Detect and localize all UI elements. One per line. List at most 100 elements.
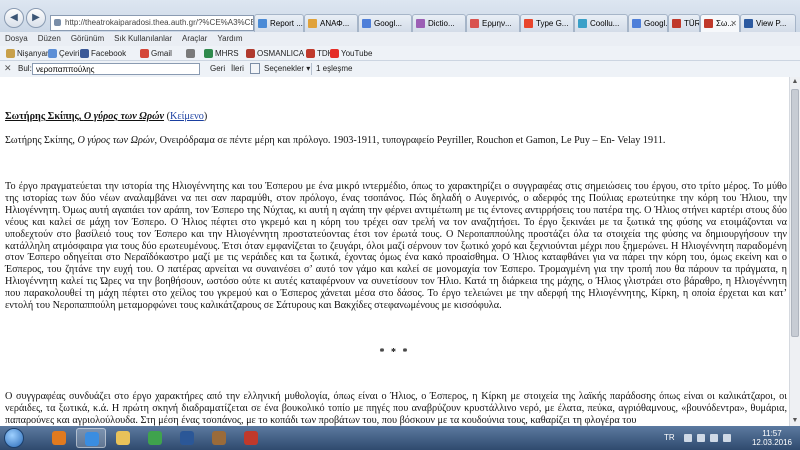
tray-arrow-icon[interactable] xyxy=(684,434,692,442)
page-title: Σωτήρης Σκίπης, Ο γύρος των Ωρών (Κείμεν… xyxy=(5,111,787,123)
media-player-icon xyxy=(52,431,66,445)
favorite-link[interactable]: Nişanyan xyxy=(6,48,50,59)
scroll-down-icon[interactable]: ▼ xyxy=(790,416,800,426)
network-icon[interactable] xyxy=(697,434,705,442)
tab-label: TÜRK ... xyxy=(684,19,700,28)
bibliography-line: Σωτήρης Σκίπης, Ο γύρος των Ωρών, Ονειρό… xyxy=(5,135,787,147)
taskbar-app-button[interactable] xyxy=(76,428,106,448)
page-icon xyxy=(54,19,61,26)
browser-tab[interactable]: Coollu... xyxy=(574,14,628,32)
text-link[interactable]: Κείμενο xyxy=(170,111,204,122)
favorite-label: Nişanyan xyxy=(17,49,51,58)
tab-favicon-icon xyxy=(362,19,371,28)
browser-tab[interactable]: TÜRK ... xyxy=(668,14,700,32)
photos-icon xyxy=(212,431,226,445)
internet-explorer-icon xyxy=(85,432,99,446)
windows-taskbar: TR 11:57 12.03.2016 xyxy=(0,426,800,450)
favorite-label: MHRS xyxy=(215,49,239,58)
favorite-link[interactable]: Gmail xyxy=(140,48,172,59)
tab-label: Googl... xyxy=(374,19,403,28)
find-separator xyxy=(311,63,312,75)
favorite-link[interactable]: TDK xyxy=(306,48,333,59)
find-options-label: Seçenekler xyxy=(264,64,305,73)
back-button[interactable]: ◀ xyxy=(4,8,24,28)
menu-item[interactable]: Yardım xyxy=(217,34,242,43)
find-previous-button[interactable]: Geri xyxy=(210,64,225,73)
tab-label: Ερμην... xyxy=(482,19,512,28)
taskbar-app-button[interactable] xyxy=(140,428,170,448)
favorite-link[interactable]: OSMANLICA xyxy=(246,48,304,59)
favorite-label: OSMANLICA xyxy=(257,49,305,58)
taskbar-app-button[interactable] xyxy=(108,428,138,448)
browser-tab[interactable]: Σω... ✕ xyxy=(700,14,740,32)
vertical-scrollbar[interactable]: ▲ ▼ xyxy=(789,77,800,426)
flag-icon[interactable] xyxy=(723,434,731,442)
scroll-up-icon[interactable]: ▲ xyxy=(790,77,800,87)
favorite-link[interactable] xyxy=(186,48,197,59)
tab-favicon-icon xyxy=(632,19,641,28)
tab-favicon-icon xyxy=(744,19,753,28)
tab-favicon-icon xyxy=(578,19,587,28)
browser-tab[interactable]: View P... xyxy=(740,14,796,32)
favorite-link[interactable]: Facebook xyxy=(80,48,126,59)
tab-label: Report ... xyxy=(270,19,303,28)
scroll-thumb[interactable] xyxy=(791,89,799,337)
browser-tab[interactable]: Googl... xyxy=(358,14,412,32)
language-indicator[interactable]: TR xyxy=(664,433,675,442)
summary-paragraph: Το έργο πραγματεύεται την ιστορία της Ηλ… xyxy=(5,181,787,312)
title-link-close: ) xyxy=(203,111,208,122)
highlight-toggle-icon[interactable] xyxy=(250,63,260,74)
find-next-button[interactable]: İleri xyxy=(231,64,244,73)
analysis-paragraph: Ο συγγραφέας συνδυάζει στο έργο χαρακτήρ… xyxy=(5,391,787,426)
favorite-icon xyxy=(306,49,315,58)
tab-label: Googl... xyxy=(644,19,668,28)
title-work: Ο γύρος των Ωρών xyxy=(83,111,165,122)
browser-tab[interactable]: Dictio... xyxy=(412,14,466,32)
start-button[interactable] xyxy=(4,428,24,448)
taskbar-app-button[interactable] xyxy=(44,428,74,448)
tab-favicon-icon xyxy=(308,19,317,28)
menu-item[interactable]: Sık Kullanılanlar xyxy=(114,34,172,43)
browser-tab[interactable]: Googl... xyxy=(628,14,668,32)
tab-favicon-icon xyxy=(470,19,479,28)
clock-date: 12.03.2016 xyxy=(751,438,793,447)
tab-favicon-icon xyxy=(416,19,425,28)
menu-item[interactable]: Araçlar xyxy=(182,34,207,43)
tab-favicon-icon xyxy=(672,19,681,28)
favorite-link[interactable]: Çeviri xyxy=(48,48,79,59)
menu-item[interactable]: Dosya xyxy=(5,34,28,43)
taskbar-app-button[interactable] xyxy=(204,428,234,448)
favorite-icon xyxy=(246,49,255,58)
find-input[interactable] xyxy=(32,63,200,75)
close-find-icon[interactable]: ✕ xyxy=(4,63,12,74)
biblio-work: Ο γύρος των Ωρών xyxy=(77,135,155,146)
browser-tab[interactable]: Type G... xyxy=(520,14,574,32)
menu-item[interactable]: Görünüm xyxy=(71,34,104,43)
taskbar-app-button[interactable] xyxy=(236,428,266,448)
forward-button[interactable]: ▶ xyxy=(26,8,46,28)
browser-tab[interactable]: Ερμην... xyxy=(466,14,520,32)
tab-label: Type G... xyxy=(536,19,569,28)
clock[interactable]: 11:57 12.03.2016 xyxy=(746,429,798,447)
section-separator: * * * xyxy=(379,347,410,358)
word-icon xyxy=(180,431,194,445)
address-url: http://theatrokaiparadosi.thea.auth.gr/?… xyxy=(65,18,254,27)
taskbar-app-button[interactable] xyxy=(172,428,202,448)
find-options-button[interactable]: Seçenekler ▾ xyxy=(264,64,310,73)
favorite-icon xyxy=(48,49,57,58)
favorite-link[interactable]: YouTube xyxy=(330,48,372,59)
close-tab-icon[interactable]: ✕ xyxy=(730,15,737,32)
biblio-details: , Ονειρόδραμα σε πέντε μέρη και πρόλογο.… xyxy=(154,135,666,146)
favorite-icon xyxy=(330,49,339,58)
browser-tab[interactable]: Report ... xyxy=(254,14,304,32)
tab-favicon-icon xyxy=(524,19,533,28)
tab-label: View P... xyxy=(756,19,787,28)
title-author: Σωτήρης Σκίπης, xyxy=(5,111,84,122)
favorite-label: Çeviri xyxy=(59,49,80,58)
find-bar: ✕ Bul: Geri İleri Seçenekler ▾ 1 eşleşme xyxy=(0,61,800,78)
browser-tab[interactable]: ΑΝΑΦ... xyxy=(304,14,358,32)
volume-icon[interactable] xyxy=(710,434,718,442)
menu-item[interactable]: Düzen xyxy=(38,34,61,43)
favorite-link[interactable]: MHRS xyxy=(204,48,239,59)
address-bar[interactable]: http://theatrokaiparadosi.thea.auth.gr/?… xyxy=(50,15,254,31)
